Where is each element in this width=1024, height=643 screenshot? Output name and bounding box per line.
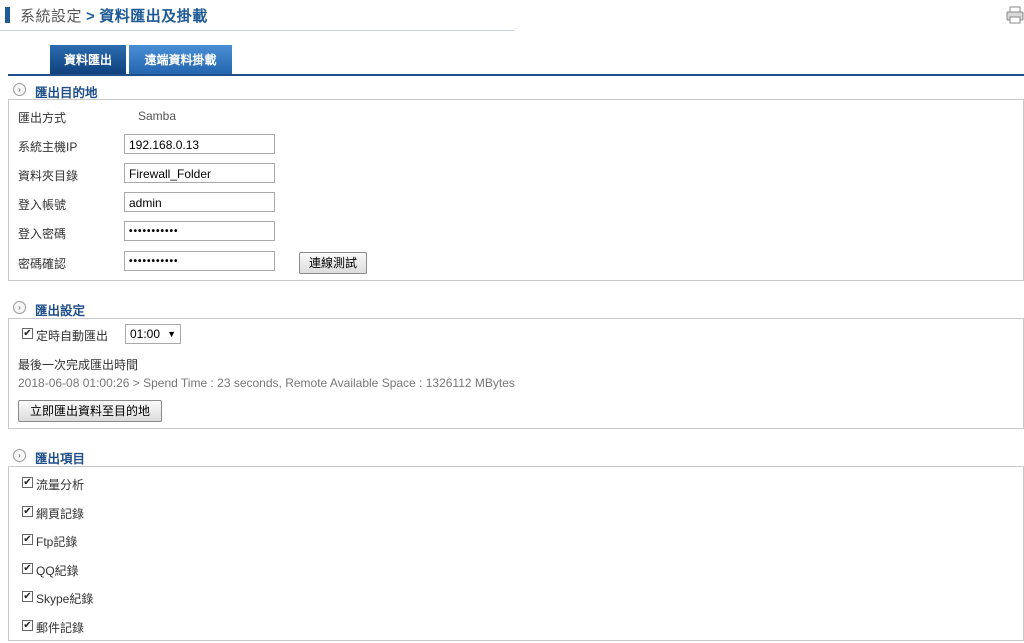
auto-export-checkbox[interactable]: ✔: [22, 328, 33, 339]
items-panel: ✔ 流量分析 ✔ 網頁記錄 ✔ Ftp記錄 ✔ QQ紀錄 ✔ Skype紀錄 ✔…: [8, 466, 1024, 641]
export-now-button[interactable]: 立即匯出資料至目的地: [18, 400, 162, 422]
password-confirm-label: 密碼確認: [18, 257, 67, 271]
breadcrumb-section: 系統設定: [20, 8, 83, 25]
circle-arrow-icon: ›: [13, 83, 26, 96]
breadcrumb-separator: >: [86, 8, 96, 25]
section-title-settings: 匯出設定: [35, 303, 86, 318]
account-input[interactable]: admin: [124, 192, 275, 212]
item-checkbox-ftp[interactable]: ✔: [22, 534, 33, 545]
password-input[interactable]: •••••••••••: [124, 221, 275, 241]
last-export-value: 2018-06-08 01:00:26 > Spend Time : 23 se…: [18, 376, 515, 390]
item-checkbox-qq[interactable]: ✔: [22, 563, 33, 574]
tab-data-export[interactable]: 資料匯出: [50, 45, 126, 75]
dropdown-arrow-icon: ▼: [167, 329, 176, 339]
item-label-skype: Skype紀錄: [36, 592, 94, 606]
settings-panel: ✔ 定時自動匯出 01:00 ▼ 最後一次完成匯出時間 2018-06-08 0…: [8, 318, 1024, 429]
account-label: 登入帳號: [18, 198, 67, 212]
tab-remote-mount[interactable]: 遠端資料掛載: [129, 45, 232, 75]
circle-arrow-icon: ›: [13, 301, 26, 314]
item-label-web: 網頁記錄: [36, 507, 85, 521]
password-label: 登入密碼: [18, 227, 67, 241]
section-title-items: 匯出項目: [35, 451, 86, 466]
item-label-mail: 郵件記錄: [36, 621, 85, 635]
item-checkbox-skype[interactable]: ✔: [22, 591, 33, 602]
page-header: 系統設定 > 資料匯出及掛載: [0, 0, 1024, 32]
host-ip-input[interactable]: 192.168.0.13: [124, 134, 275, 154]
method-value: Samba: [138, 109, 177, 123]
circle-arrow-icon: ›: [13, 449, 26, 462]
item-checkbox-mail[interactable]: ✔: [22, 620, 33, 631]
item-checkbox-traffic[interactable]: ✔: [22, 477, 33, 488]
connection-test-button[interactable]: 連線測試: [299, 252, 367, 274]
breadcrumb: 系統設定 > 資料匯出及掛載: [20, 5, 208, 26]
folder-input[interactable]: Firewall_Folder: [124, 163, 275, 183]
folder-label: 資料夾目錄: [18, 169, 79, 183]
password-confirm-input[interactable]: •••••••••••: [124, 251, 275, 271]
item-label-qq: QQ紀錄: [36, 564, 79, 578]
method-label: 匯出方式: [18, 111, 67, 125]
auto-export-label: 定時自動匯出: [36, 329, 109, 343]
tab-underline: [8, 74, 1024, 76]
export-time-value: 01:00: [130, 327, 161, 341]
item-checkbox-web[interactable]: ✔: [22, 506, 33, 517]
last-export-label: 最後一次完成匯出時間: [18, 358, 139, 372]
header-divider: [0, 30, 515, 31]
item-label-traffic: 流量分析: [36, 478, 85, 492]
title-marker: [5, 7, 10, 23]
item-label-ftp: Ftp記錄: [36, 535, 78, 549]
host-ip-label: 系統主機IP: [18, 140, 78, 154]
printer-icon[interactable]: [1006, 6, 1024, 24]
page-title: 資料匯出及掛載: [99, 8, 208, 25]
destination-panel: 匯出方式 Samba 系統主機IP 192.168.0.13 資料夾目錄 Fir…: [8, 99, 1024, 281]
export-time-select[interactable]: 01:00 ▼: [125, 324, 181, 344]
